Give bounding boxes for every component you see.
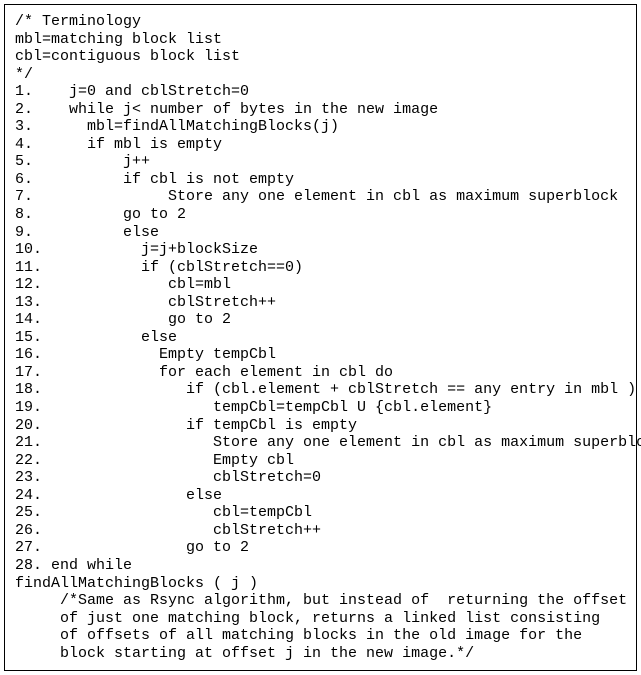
code-line-23: 23. cblStretch=0 <box>15 469 626 487</box>
code-line-7: 7. Store any one element in cbl as maxim… <box>15 188 626 206</box>
code-line-3: 3. mbl=findAllMatchingBlocks(j) <box>15 118 626 136</box>
code-line-16: 16. Empty tempCbl <box>15 346 626 364</box>
code-line-10: 10. j=j+blockSize <box>15 241 626 259</box>
code-line-12: 12. cbl=mbl <box>15 276 626 294</box>
function-comment-3: of offsets of all matching blocks in the… <box>15 627 626 645</box>
code-line-1: 1. j=0 and cblStretch=0 <box>15 83 626 101</box>
code-line-5: 5. j++ <box>15 153 626 171</box>
code-line-26: 26. cblStretch++ <box>15 522 626 540</box>
code-line-22: 22. Empty cbl <box>15 452 626 470</box>
code-line-25: 25. cbl=tempCbl <box>15 504 626 522</box>
code-line-14: 14. go to 2 <box>15 311 626 329</box>
code-line-8: 8. go to 2 <box>15 206 626 224</box>
terminology-open: /* Terminology <box>15 13 626 31</box>
code-line-24: 24. else <box>15 487 626 505</box>
terminology-cbl: cbl=contiguous block list <box>15 48 626 66</box>
function-comment-2: of just one matching block, returns a li… <box>15 610 626 628</box>
function-comment-1: /*Same as Rsync algorithm, but instead o… <box>15 592 626 610</box>
code-line-28: 28. end while <box>15 557 626 575</box>
code-line-20: 20. if tempCbl is empty <box>15 417 626 435</box>
terminology-close: */ <box>15 66 626 84</box>
code-line-19: 19. tempCbl=tempCbl U {cbl.element} <box>15 399 626 417</box>
code-line-9: 9. else <box>15 224 626 242</box>
terminology-mbl: mbl=matching block list <box>15 31 626 49</box>
code-line-13: 13. cblStretch++ <box>15 294 626 312</box>
code-line-6: 6. if cbl is not empty <box>15 171 626 189</box>
code-line-17: 17. for each element in cbl do <box>15 364 626 382</box>
function-comment-4: block starting at offset j in the new im… <box>15 645 626 663</box>
code-line-27: 27. go to 2 <box>15 539 626 557</box>
code-page: /* Terminology mbl=matching block list c… <box>4 4 637 671</box>
code-line-11: 11. if (cblStretch==0) <box>15 259 626 277</box>
code-line-2: 2. while j< number of bytes in the new i… <box>15 101 626 119</box>
function-signature: findAllMatchingBlocks ( j ) <box>15 575 626 593</box>
code-line-4: 4. if mbl is empty <box>15 136 626 154</box>
code-line-21: 21. Store any one element in cbl as maxi… <box>15 434 626 452</box>
code-line-15: 15. else <box>15 329 626 347</box>
code-line-18: 18. if (cbl.element + cblStretch == any … <box>15 381 626 399</box>
